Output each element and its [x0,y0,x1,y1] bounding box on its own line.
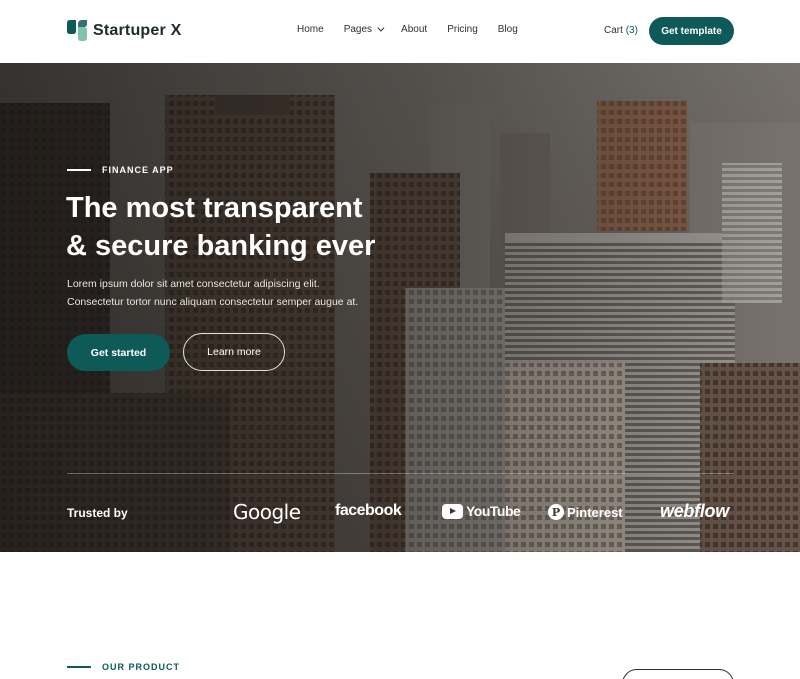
site-header: Startuper X Home Pages About Pricing Blo… [0,0,800,63]
hero-description: Lorem ipsum dolor sit amet consectetur a… [67,275,387,311]
product-outline-button[interactable] [622,669,734,679]
hero-eyebrow-text: FINANCE APP [102,165,174,175]
hero-desc-line-1: Lorem ipsum dolor sit amet consectetur a… [67,278,320,290]
pinterest-logo-text: Pinterest [567,504,623,520]
youtube-play-icon [442,503,463,519]
webflow-logo: webflow [660,501,729,521]
chevron-down-icon [377,24,385,32]
product-eyebrow: OUR PRODUCT [67,662,180,672]
learn-more-button[interactable]: Learn more [183,333,285,371]
cart-label: Cart [604,25,623,36]
google-logo: Google [233,500,301,524]
brand-name: Startuper X [93,21,182,39]
pinterest-icon: P [548,504,564,520]
nav-home[interactable]: Home [297,24,324,35]
hero-title-line-2: & secure banking ever [66,230,376,262]
cart-count: (3) [625,25,638,36]
product-eyebrow-text: OUR PRODUCT [102,662,180,672]
hero-title: The most transparent & secure banking ev… [66,189,406,265]
cart-link[interactable]: Cart (3) [604,25,638,36]
nav-pricing[interactable]: Pricing [447,24,478,35]
divider [67,473,734,474]
main-nav: Home Pages About Pricing Blog [297,24,538,35]
logo-icon [67,20,87,41]
pinterest-logo: P Pinterest [548,504,623,520]
nav-pages-label: Pages [343,24,373,35]
get-started-button[interactable]: Get started [67,334,170,371]
trusted-by-label: Trusted by [67,506,128,520]
youtube-logo: YouTube [442,503,521,519]
eyebrow-line [67,169,91,171]
eyebrow-line [67,666,91,668]
youtube-logo-text: YouTube [466,503,521,519]
nav-blog[interactable]: Blog [498,24,518,35]
nav-pages[interactable]: Pages [343,24,385,35]
get-template-button[interactable]: Get template [649,17,734,45]
hero-section: FINANCE APP The most transparent & secur… [0,63,800,552]
logo[interactable]: Startuper X [67,20,181,41]
nav-about[interactable]: About [401,24,427,35]
facebook-logo: facebook [335,502,402,519]
hero-eyebrow: FINANCE APP [67,165,174,175]
hero-desc-line-2: Consectetur tortor nunc aliquam consecte… [67,296,359,308]
hero-title-line-1: The most transparent [66,192,363,224]
